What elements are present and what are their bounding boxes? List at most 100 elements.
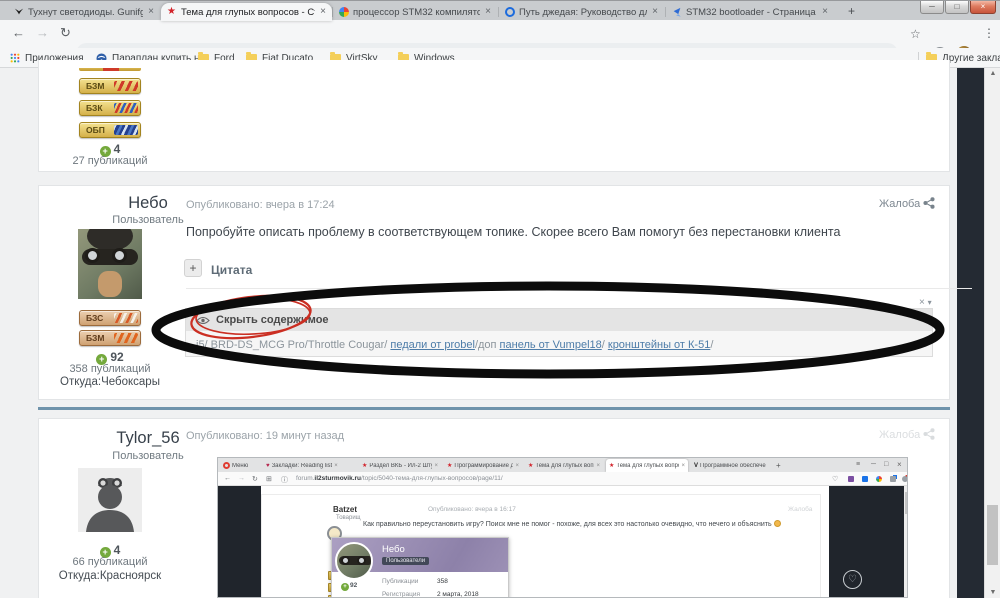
bird-icon: V [694,462,699,469]
apps-grid-icon [10,53,20,63]
back-icon[interactable]: ← [12,25,25,40]
shot-new-tab-icon: + [776,461,781,470]
author-location: Откуда:Красноярск [58,570,162,582]
red-star-favicon-icon: ★ [167,6,176,17]
shot-dark-band-left [218,486,261,597]
scrollbar-thumb[interactable] [987,505,998,565]
quote-button[interactable]: Цитата [211,263,252,277]
window-close-button[interactable]: × [970,1,996,14]
tab-title: процессор STM32 компилятор [353,6,481,18]
attached-screenshot-image[interactable]: Меню ♥ Закладки: Reading list × ★ Раздел … [217,457,908,598]
heart-icon: ♥ [266,462,270,469]
tab-google-search[interactable]: процессор STM32 компилятор × [333,3,497,21]
window-restore-button[interactable]: □ [945,1,969,14]
award-badge: ОБП [79,122,141,138]
shot-minimize-icon: ─ [871,461,876,468]
shot-url: forum.il2sturmovik.ru/topic/5040-тема-дл… [296,475,503,482]
tab-close-icon[interactable]: × [320,7,326,17]
shot-cart-icon [862,476,868,482]
multiquote-button[interactable]: + [184,259,202,277]
shot-post-body: Как правильно переустановить игру? Поиск… [363,520,781,528]
author-avatar[interactable] [78,468,142,532]
shot-profile-icon [902,476,907,482]
shot-restore-icon: □ [884,461,889,468]
eye-icon [196,316,210,324]
spoiler-toggle-label[interactable]: Скрыть содержимое [216,314,329,326]
forward-icon[interactable]: → [36,25,49,40]
shot-like-icon: ♡ [843,570,862,589]
browser-toolbar: ← → ↻ ⓘ https://forum.il2sturmovik.ru/to… [0,20,1000,64]
share-icon[interactable] [923,197,935,209]
shot-close-icon: × [897,460,902,469]
tab-close-icon[interactable]: × [148,7,154,17]
shot-report-link: Жалоба [788,506,813,513]
google-favicon-icon [339,7,349,17]
scroll-down-icon[interactable]: ▼ [985,589,1000,596]
award-badge: БЗМ [79,78,141,94]
report-link[interactable]: Жалоба [879,429,920,441]
tab-gunfighter[interactable]: Тухнут светодиоды. Gunifghter × [8,3,160,21]
shot-tab-software: V Программное обеспече [694,462,766,469]
scroll-up-icon[interactable]: ▲ [985,70,1000,77]
shot-tab-programming: ★ Программирование дж × [447,462,519,470]
tab-jedi-guide[interactable]: Путь джедая: Руководство для × [499,3,664,21]
award-badge: БЗМ [79,330,141,346]
browser-tab-strip: Тухнут светодиоды. Gunifghter × ★ Тема д… [0,0,1000,21]
shot-tab-vkb: ★ Раздел ВКБ - Ил-2 Штур × [362,462,438,470]
posts-count: 66 публикаций [72,556,148,568]
shot-post-role: Товарищ [336,515,361,521]
hovercard-reputation: +92 [341,582,357,591]
post-card-partial: БЗМ БЗК ОБП +4 27 публикаций [38,60,950,172]
report-link[interactable]: Жалоба [879,198,920,210]
signature-text: i5/ BRD-DS_MCG Pro/Throttle Cougar/ педа… [196,339,714,351]
shot-tab-menu: Меню [220,459,260,472]
opera-icon [223,462,230,469]
share-icon[interactable] [923,428,935,440]
shot-tab-questions-1: ★ Тема для глупых вопрос× [528,462,600,470]
posts-count: 27 публикаций [72,155,148,167]
hovercard-name: Небо [382,544,405,555]
shot-forward-icon: → [238,475,245,482]
shot-dark-band-right [829,486,904,597]
signature-link[interactable]: панель от Vumpel18 [500,339,602,351]
shot-page: Batzet Товарищ Опубликовано: вчера в 16:… [261,486,862,598]
hovercard-posts-value: 358 [437,578,448,585]
tab-close-icon[interactable]: × [822,7,828,17]
signature-divider [186,288,972,289]
tab-title: STM32 bootloader - Страница 8 [686,6,818,18]
shot-post-timestamp: Опубликовано: вчера в 16:17 [428,506,516,513]
tab-stm32-bootloader[interactable]: STM32 bootloader - Страница 8 × [666,3,834,21]
post-timestamp: Опубликовано: вчера в 17:24 [186,199,335,211]
new-tab-button[interactable]: + [844,4,859,19]
signature-link[interactable]: кронштейны от К-51 [608,339,710,351]
tab-forum-active[interactable]: ★ Тема для глупых вопросов - Ст × [161,3,332,21]
bookmark-star-icon[interactable]: ☆ [910,27,921,41]
shot-addressbar: ← → ↻ ⊞ ⓘ forum.il2sturmovik.ru/topic/50… [218,472,907,486]
spoiler-header[interactable]: Скрыть содержимое [186,309,932,331]
close-icon[interactable]: × [919,297,925,308]
shot-scrollbar [904,486,907,597]
window-minimize-button[interactable]: ─ [920,1,944,14]
shot-extension-icon [848,476,854,482]
author-avatar[interactable] [78,229,142,299]
post-timestamp: Опубликовано: 19 минут назад [186,430,345,442]
tab-close-icon[interactable]: × [652,7,658,17]
reload-icon[interactable]: ↻ [60,25,71,41]
tab-separator [665,7,666,17]
signature-spoiler: Скрыть содержимое i5/ BRD-DS_MCG Pro/Thr… [185,308,933,357]
signature-link[interactable]: педали от probel [390,339,475,351]
hide-signature-control[interactable]: × ▾ [919,297,932,308]
tab-separator [498,7,499,17]
posts-count: 358 публикаций [69,363,151,375]
hovercard-posts-label: Публикации [382,578,419,585]
tab-close-icon[interactable]: × [485,7,491,17]
page-scrollbar[interactable]: ▲ ▼ [984,68,1000,598]
red-star-icon: ★ [447,463,453,469]
shot-tabbar: Меню ♥ Закладки: Reading list × ★ Раздел … [218,458,907,472]
caret-down-icon[interactable]: ▾ [928,298,932,307]
hovercard-reg-label: Регистрация [382,591,420,598]
smiley-emoji-icon [773,520,781,527]
shot-tab-reading-list: ♥ Закладки: Reading list × [266,462,338,469]
chrome-menu-icon[interactable]: ⋮ [983,26,995,40]
shot-tab-questions-2: ★ Тема для глупых вопрос × [606,459,688,472]
